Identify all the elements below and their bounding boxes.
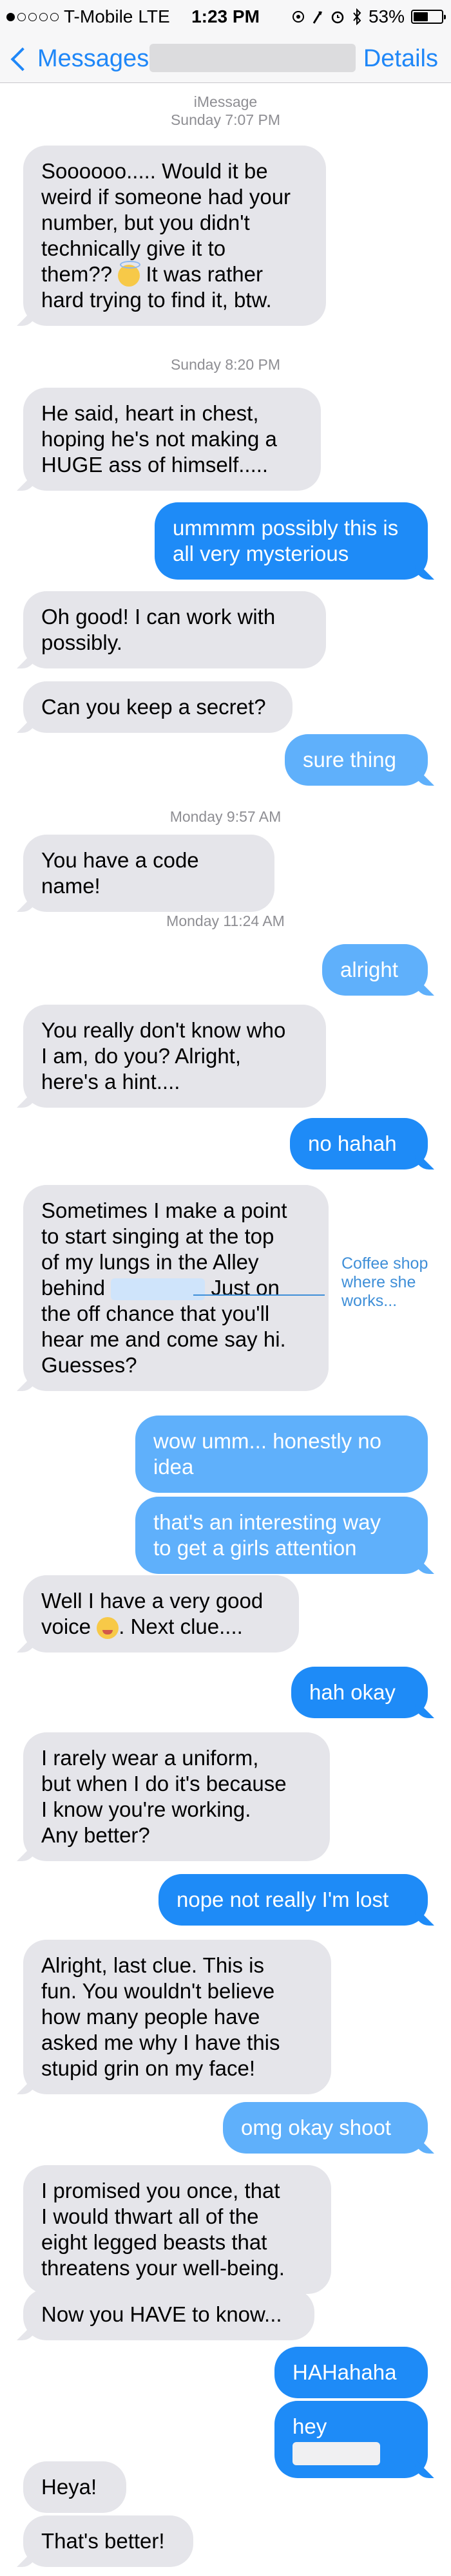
message-incoming[interactable]: That's better!: [23, 2515, 193, 2567]
timestamp: Monday 9:57 AM: [169, 808, 282, 825]
alarm-icon: [312, 11, 322, 24]
message-outgoing[interactable]: HAHahaha: [274, 2347, 428, 2398]
message-outgoing[interactable]: that's an interesting way to get a girls…: [135, 1497, 428, 1574]
message-incoming[interactable]: I rarely wear a uniform, but when I do i…: [23, 1732, 330, 1861]
annotation-note: Coffee shop where she works...: [341, 1255, 428, 1310]
message-incoming[interactable]: Oh good! I can work with possibly.: [23, 591, 326, 668]
signal-strength-icon: [353, 8, 361, 25]
smiling-face-with-halo-icon: [118, 261, 141, 287]
message-incoming[interactable]: Alright, last clue. This is fun. You wou…: [23, 1940, 331, 2094]
message-outgoing[interactable]: alright: [322, 944, 428, 996]
back-button[interactable]: Messages: [9, 45, 149, 73]
redacted-text: [111, 1278, 206, 1301]
back-label: Messages: [37, 45, 149, 72]
message-incoming[interactable]: Sometimes I make a point to start singin…: [23, 1185, 329, 1391]
message-text: hey: [293, 2414, 327, 2438]
message-text: . Next clue....: [119, 1615, 243, 1638]
message-incoming[interactable]: Can you keep a secret?: [23, 681, 293, 733]
battery-percent: 53%: [368, 6, 405, 26]
message-incoming[interactable]: I promised you once, that I would thwart…: [23, 2165, 331, 2294]
message-incoming[interactable]: Heya!: [23, 2461, 126, 2513]
message-outgoing[interactable]: wow umm... honestly no idea: [135, 1416, 428, 1493]
annotation-line: [193, 1294, 325, 1296]
message-outgoing[interactable]: no hahah: [290, 1118, 428, 1170]
chevron-left-icon: [10, 47, 35, 71]
location-icon: [292, 11, 304, 23]
message-outgoing[interactable]: omg okay shoot: [223, 2102, 428, 2154]
timestamp: Monday 11:24 AM: [166, 913, 285, 929]
timestamp: Sunday 8:20 PM: [170, 356, 281, 373]
winking-tongue-face-icon: [97, 1617, 119, 1640]
message-incoming[interactable]: You really don't know who I am, do you? …: [23, 1005, 326, 1108]
message-outgoing[interactable]: hah okay: [291, 1667, 428, 1718]
timestamp: Sunday 7:07 PM: [170, 111, 281, 128]
message-outgoing[interactable]: sure thing: [285, 734, 428, 786]
details-button[interactable]: Details: [363, 45, 438, 73]
redacted-name: [293, 2442, 380, 2466]
message-outgoing[interactable]: nope not really I'm lost: [158, 1874, 428, 1926]
status-right: 53%: [291, 6, 446, 27]
status-bar: T-Mobile LTE 1:23 PM 53%: [0, 0, 451, 33]
messages-screen: T-Mobile LTE 1:23 PM 53% Messages Detail…: [0, 0, 451, 2576]
message-incoming[interactable]: He said, heart in chest, hoping he's not…: [23, 388, 321, 491]
battery-icon: [411, 10, 446, 24]
message-outgoing[interactable]: hey: [274, 2401, 428, 2479]
contact-name-redacted[interactable]: [149, 44, 356, 72]
message-incoming[interactable]: Well I have a very good voice . Next clu…: [23, 1575, 299, 1653]
message-incoming[interactable]: You have a code name!: [23, 835, 274, 912]
nav-bar: Messages Details: [0, 33, 451, 83]
message-incoming[interactable]: Now you HAVE to know...: [23, 2289, 314, 2340]
bluetooth-icon: [331, 11, 344, 24]
message-incoming[interactable]: Soooooo..... Would it be weird if someon…: [23, 146, 326, 326]
service-label: iMessage: [193, 93, 258, 110]
message-outgoing[interactable]: ummmm possibly this is all very mysterio…: [155, 502, 428, 580]
